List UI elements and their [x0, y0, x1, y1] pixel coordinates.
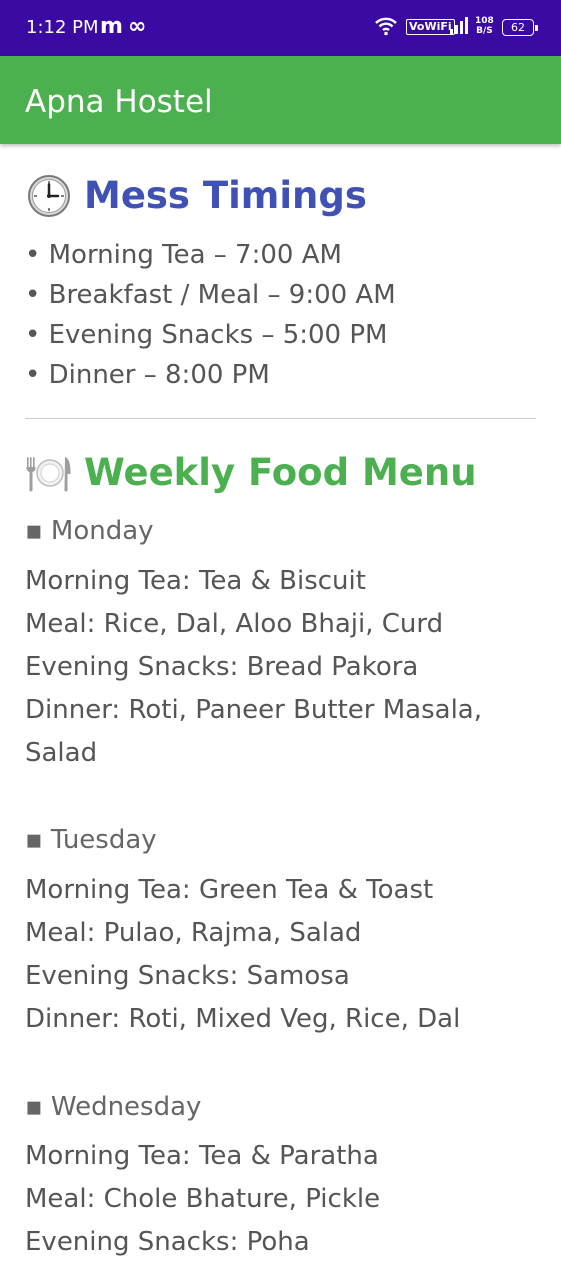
app-bar: Apna Hostel — [0, 56, 561, 144]
battery-level: 62 — [511, 21, 525, 34]
net-speed-value: 108 — [475, 16, 494, 26]
timing-item-morning-tea: • Morning Tea – 7:00 AM — [25, 240, 342, 270]
menu-line: Evening Snacks: Bread Pakora — [25, 652, 419, 682]
app-title: Apna Hostel — [25, 84, 213, 120]
timing-item-dinner: • Dinner – 8:00 PM — [25, 360, 270, 390]
mess-timings-title: Mess Timings — [84, 174, 367, 217]
wifi-icon — [375, 17, 397, 36]
menu-line: Dinner: Roti, Paneer Butter Masala, — [25, 695, 482, 725]
notification-m-icon: m — [100, 14, 123, 39]
timing-item-breakfast: • Breakfast / Meal – 9:00 AM — [25, 280, 396, 310]
day-label-monday: ▪ Monday — [25, 516, 154, 546]
battery-icon: 62 — [502, 19, 538, 36]
notification-infinity-icon: ∞ — [128, 14, 147, 39]
menu-line: Evening Snacks: Samosa — [25, 961, 350, 991]
net-speed: 108 B/S — [475, 16, 494, 36]
vowifi-badge: VoWiFi — [406, 19, 455, 35]
timing-item-evening-snacks: • Evening Snacks – 5:00 PM — [25, 320, 388, 350]
menu-line: Morning Tea: Tea & Paratha — [25, 1141, 379, 1171]
net-speed-unit: B/S — [476, 26, 493, 36]
plate-cutlery-icon — [26, 457, 71, 492]
section-divider — [25, 418, 536, 419]
weekly-menu-heading: Weekly Food Menu — [25, 451, 477, 495]
status-bar: 1:12 PM m ∞ VoWiFi 108 B/S 62 — [0, 0, 561, 56]
menu-line: Meal: Pulao, Rajma, Salad — [25, 918, 362, 948]
day-label-wednesday: ▪ Wednesday — [25, 1092, 202, 1122]
menu-line: Dinner: Roti, Mixed Veg, Rice, Dal — [25, 1004, 461, 1034]
clock-icon — [28, 175, 70, 217]
day-label-tuesday: ▪ Tuesday — [25, 825, 157, 855]
status-time: 1:12 PM — [26, 17, 99, 38]
mess-timings-heading: Mess Timings — [25, 174, 367, 218]
weekly-menu-title: Weekly Food Menu — [84, 451, 477, 494]
menu-line: Meal: Chole Bhature, Pickle — [25, 1184, 381, 1214]
menu-line: Morning Tea: Green Tea & Toast — [25, 875, 434, 905]
menu-line: Meal: Rice, Dal, Aloo Bhaji, Curd — [25, 609, 444, 639]
menu-line: Evening Snacks: Poha — [25, 1227, 310, 1257]
menu-line: Salad — [25, 738, 98, 768]
menu-line: Morning Tea: Tea & Biscuit — [25, 566, 366, 596]
signal-icon — [450, 17, 468, 34]
